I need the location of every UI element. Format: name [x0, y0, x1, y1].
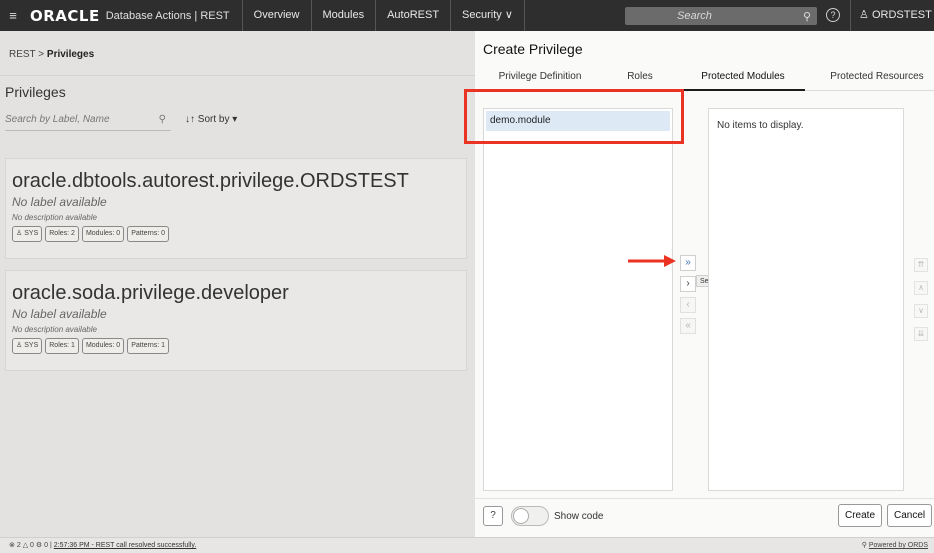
privilege-chips: ♙ SYS Roles: 2 Modules: 0 Patterns: 0 [12, 226, 170, 242]
move-all-right-button[interactable]: » [680, 255, 696, 271]
privilege-description: No description available [12, 213, 97, 222]
help-icon[interactable]: ? [826, 8, 840, 22]
privilege-label: No label available [12, 195, 107, 209]
user-icon: ♙ [16, 230, 25, 237]
privilege-tabs: Privilege Definition Roles Protected Mod… [475, 65, 934, 91]
top-nav: Overview Modules AutoREST Security ∨ [241, 0, 525, 31]
privilege-card[interactable]: oracle.dbtools.autorest.privilege.ORDSTE… [5, 158, 467, 259]
status-left: ⊗ 2 △ 0 ⚙ 0 | 2:57:36 PM - REST call res… [9, 538, 196, 553]
breadcrumb-separator: > [38, 49, 45, 60]
user-name: ORDSTEST [871, 9, 932, 21]
user-menu[interactable]: ♙ ORDSTEST ∨ [850, 0, 934, 52]
highlight-box [464, 89, 684, 144]
powered-by-link[interactable]: Powered by ORDS [869, 542, 928, 549]
patterns-chip: Patterns: 0 [127, 226, 170, 242]
move-down-button[interactable]: ∨ [914, 304, 928, 318]
reorder-controls: ⇈ ∧ ∨ ⇊ [914, 258, 930, 350]
tab-privilege-definition[interactable]: Privilege Definition [485, 65, 595, 91]
schema-chip: ♙ SYS [12, 338, 43, 354]
app-title[interactable]: Database Actions | REST [106, 10, 242, 22]
error-icon[interactable]: ⊗ [9, 542, 15, 549]
caret-down-icon: ▾ [232, 114, 238, 125]
sort-by-button[interactable]: ↓↑ Sort by ▾ [185, 114, 237, 125]
warning-icon[interactable]: △ [23, 542, 28, 549]
available-modules-list[interactable]: demo.module [483, 108, 673, 491]
search-icon[interactable]: ⚲ [803, 8, 811, 26]
warning-count: 0 [30, 542, 34, 549]
move-top-button[interactable]: ⇈ [914, 258, 928, 272]
schema-chip-label: SYS [24, 342, 39, 349]
sort-by-label: Sort by [197, 114, 230, 125]
settings-count: 0 [44, 542, 49, 549]
tab-roles[interactable]: Roles [615, 65, 665, 91]
breadcrumb-root[interactable]: REST [9, 49, 36, 60]
privilege-search-input[interactable]: Search by Label, Name ⚲ [5, 111, 171, 131]
nav-overview[interactable]: Overview [241, 0, 311, 31]
roles-chip: Roles: 2 [45, 226, 79, 242]
modules-chip: Modules: 0 [81, 226, 125, 242]
nav-autorest[interactable]: AutoREST [375, 0, 450, 31]
privilege-chips: ♙ SYS Roles: 1 Modules: 0 Patterns: 1 [12, 338, 170, 354]
move-left-button[interactable]: ‹ [680, 297, 696, 313]
arrow-icon [628, 255, 676, 267]
show-code-label: Show code [554, 511, 604, 522]
search-icon[interactable]: ⚲ [159, 111, 166, 129]
privilege-name[interactable]: oracle.soda.privilege.developer [12, 282, 289, 305]
shuttle-controls: » › ‹ « [680, 255, 696, 339]
page-title: Privileges [5, 84, 66, 100]
powered-by[interactable]: ⚲ Powered by ORDS [862, 538, 928, 553]
oracle-logo: ORACLE [30, 6, 100, 25]
error-count: 2 [16, 542, 21, 549]
toggle-knob [513, 508, 529, 524]
tab-protected-resources[interactable]: Protected Resources [822, 65, 932, 91]
privilege-card[interactable]: oracle.soda.privilege.developer No label… [5, 270, 467, 371]
privilege-search-placeholder: Search by Label, Name [5, 114, 110, 125]
selected-modules-list[interactable]: No items to display. [708, 108, 904, 491]
empty-list-message: No items to display. [717, 120, 804, 131]
user-icon: ♙ [859, 9, 869, 21]
status-bar: ⊗ 2 △ 0 ⚙ 0 | 2:57:36 PM - REST call res… [0, 537, 934, 553]
tab-protected-modules[interactable]: Protected Modules [681, 65, 805, 91]
drawer-title: Create Privilege [483, 41, 583, 57]
status-separator: | [49, 542, 52, 549]
user-icon: ♙ [16, 342, 25, 349]
privilege-label: No label available [12, 307, 107, 321]
help-button[interactable]: ? [483, 506, 503, 526]
privileges-pane: REST > Privileges Privileges Search by L… [0, 31, 475, 537]
global-search-input[interactable]: Search ⚲ [625, 7, 817, 25]
nav-security[interactable]: Security ∨ [450, 0, 525, 31]
roles-chip: Roles: 1 [45, 338, 79, 354]
privilege-name[interactable]: oracle.dbtools.autorest.privilege.ORDSTE… [12, 170, 409, 193]
breadcrumb-current: Privileges [46, 49, 95, 60]
move-right-button[interactable]: › [680, 276, 696, 292]
ords-icon: ⚲ [861, 542, 867, 549]
create-button[interactable]: Create [838, 504, 883, 527]
show-code-toggle[interactable] [511, 506, 549, 526]
modules-chip: Modules: 0 [81, 338, 125, 354]
move-up-button[interactable]: ∧ [914, 281, 928, 295]
cancel-button[interactable]: Cancel [887, 504, 933, 527]
gear-icon[interactable]: ⚙ [36, 542, 42, 549]
global-search-placeholder: Search [677, 10, 712, 22]
header-divider [0, 75, 475, 76]
menu-icon[interactable]: ≡ [0, 8, 26, 23]
status-message[interactable]: 2:57:36 PM - REST call resolved successf… [54, 542, 197, 549]
nav-modules[interactable]: Modules [310, 0, 376, 31]
footer-divider [475, 498, 934, 499]
sort-icon: ↓↑ [185, 114, 195, 125]
privilege-description: No description available [12, 325, 97, 334]
schema-chip: ♙ SYS [12, 226, 43, 242]
move-all-left-button[interactable]: « [680, 318, 696, 334]
schema-chip-label: SYS [24, 230, 39, 237]
move-bottom-button[interactable]: ⇊ [914, 327, 928, 341]
breadcrumb: REST > Privileges [9, 49, 94, 60]
patterns-chip: Patterns: 1 [127, 338, 170, 354]
